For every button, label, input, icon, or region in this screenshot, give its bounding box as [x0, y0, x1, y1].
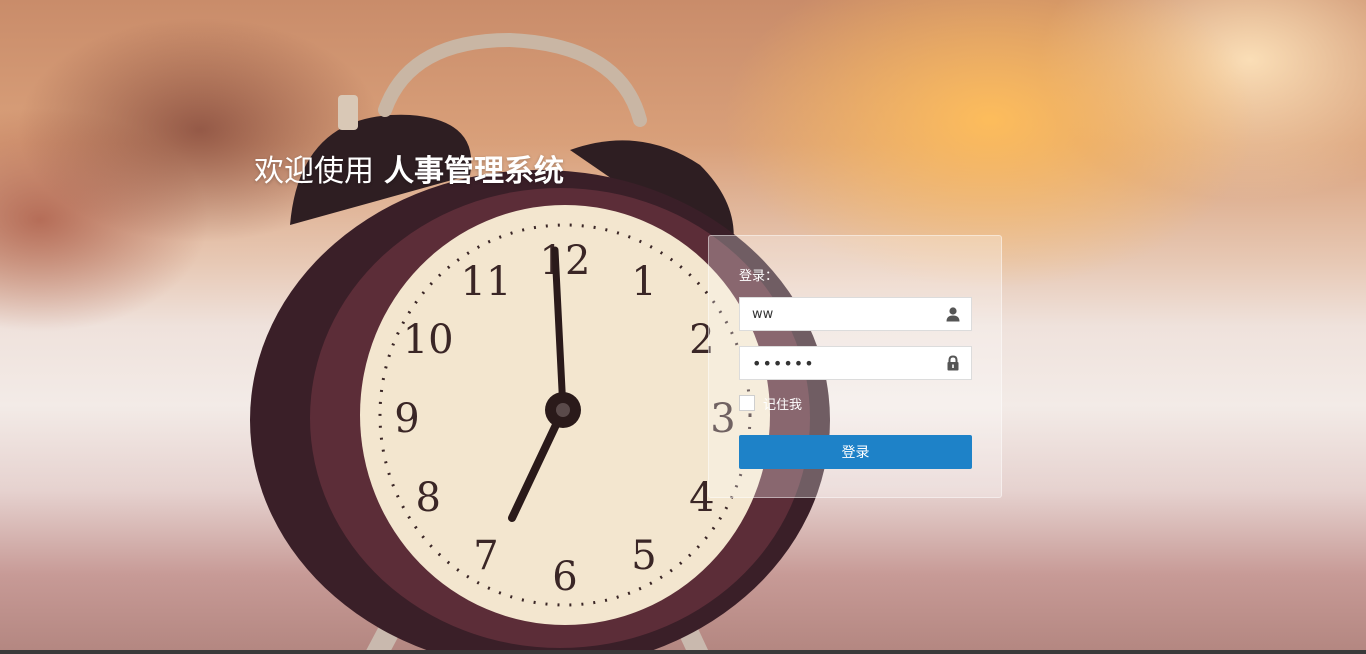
password-field[interactable] — [739, 346, 972, 380]
clock-numeral: 1 — [631, 259, 656, 305]
clock-numeral: 12 — [540, 238, 591, 284]
username-input[interactable] — [740, 298, 940, 330]
user-icon — [946, 307, 960, 322]
clock-numeral: 6 — [552, 554, 577, 600]
login-heading: 登录： — [739, 269, 779, 284]
clock-numeral: 7 — [473, 533, 498, 579]
alarm-clock-illustration: 12 1234567891011 — [250, 32, 830, 654]
clock-numeral: 9 — [394, 396, 419, 442]
system-name: 人事管理系统 — [384, 154, 564, 189]
lock-icon — [947, 355, 959, 371]
welcome-prefix: 欢迎使用 — [254, 154, 374, 189]
clock-numeral: 11 — [461, 259, 512, 305]
clock-numeral: 5 — [631, 533, 656, 579]
clock-numeral: 8 — [415, 475, 440, 521]
remember-me-label: 记住我 — [763, 397, 803, 413]
remember-me[interactable]: 记住我 — [739, 394, 803, 413]
remember-me-checkbox[interactable] — [739, 395, 755, 411]
clock-numeral: 10 — [403, 317, 454, 363]
password-input[interactable] — [740, 347, 940, 379]
login-panel: 登录： 记住我 登录 — [708, 235, 1002, 498]
login-button[interactable]: 登录 — [739, 435, 972, 469]
welcome-title: 欢迎使用 人事管理系统 — [254, 152, 564, 192]
username-field[interactable] — [739, 297, 972, 331]
login-page: 12 1 2 3 4 5 6 7 8 9 10 11 欢迎使用 人事管理系统 登录： — [0, 0, 1366, 654]
